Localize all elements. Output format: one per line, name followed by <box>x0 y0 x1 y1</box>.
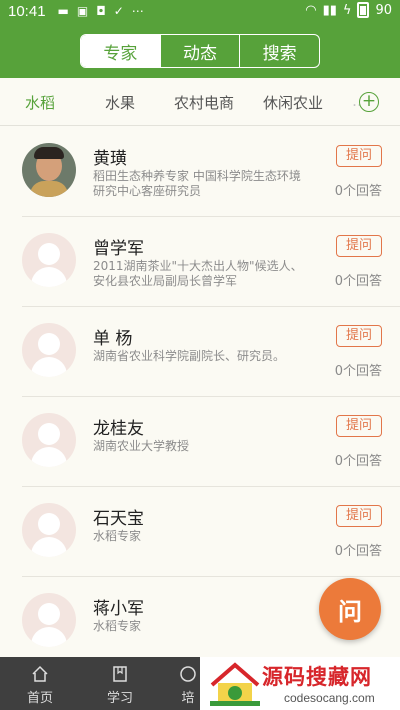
tab-activity[interactable]: 动态 <box>161 35 241 67</box>
expert-name: 黄璜 <box>93 149 127 169</box>
list-item[interactable]: 单 杨 湖南省农业科学院副院长、研究员。 提问 0个回答 <box>0 307 400 397</box>
expert-description: 2011湖南茶业"十大杰出人物"候选人、安化县农业局副局长曾学军 <box>93 259 303 288</box>
expert-name: 曾学军 <box>93 239 144 259</box>
add-category-icon[interactable]: + <box>359 92 379 112</box>
nav-home-label: 首页 <box>26 691 53 706</box>
status-time: 10:41 <box>8 2 46 20</box>
ask-button[interactable]: 提问 <box>336 415 382 437</box>
watermark: 源码搜藏网 codesocang.com <box>200 657 400 710</box>
nav-study-label: 学习 <box>106 691 133 706</box>
answer-count: 0个回答 <box>334 184 382 199</box>
battery-icon <box>357 2 370 18</box>
tab-experts[interactable]: 专家 <box>81 35 161 67</box>
home-icon <box>32 665 48 682</box>
expert-name: 龙桂友 <box>93 419 144 439</box>
ask-button[interactable]: 提问 <box>336 505 382 527</box>
expert-description: 水稻专家 <box>93 619 142 633</box>
avatar <box>22 413 76 467</box>
expert-name: 石天宝 <box>93 509 144 529</box>
wifi-icon: ◠ <box>305 2 317 18</box>
message-icon: ▬ <box>57 4 69 18</box>
category-rural-ecommerce[interactable]: 农村电商 <box>174 92 234 113</box>
expert-description: 稻田生态种养专家 中国科学院生态环境研究中心客座研究员 <box>93 169 301 198</box>
answer-count: 0个回答 <box>334 274 382 289</box>
avatar <box>22 503 76 557</box>
category-fruit[interactable]: 水果 <box>105 92 135 113</box>
nav-study[interactable]: 学习 <box>90 657 150 710</box>
ask-button[interactable]: 提问 <box>336 145 382 167</box>
answer-count: 0个回答 <box>334 454 382 469</box>
list-item[interactable]: 曾学军 2011湖南茶业"十大杰出人物"候选人、安化县农业局副局长曾学军 提问 … <box>0 217 400 307</box>
ask-question-button[interactable]: 问 <box>319 578 381 640</box>
category-rice[interactable]: 水稻 <box>25 92 55 113</box>
status-bar: 10:41 ▬ ▣ ◘ ✓ ⋯ ◠ ▮▮ ϟ 90 <box>0 0 400 22</box>
expert-description: 水稻专家 <box>93 529 142 543</box>
charging-icon: ϟ <box>342 2 352 18</box>
category-leisure-agriculture[interactable]: 休闲农业 <box>263 92 323 113</box>
image-icon: ▣ <box>76 4 89 18</box>
training-icon <box>180 666 196 682</box>
ask-button[interactable]: 提问 <box>336 235 382 257</box>
battery-level: 90 <box>375 2 392 18</box>
nav-home[interactable]: 首页 <box>10 657 70 710</box>
list-item[interactable]: 龙桂友 湖南农业大学教授 提问 0个回答 <box>0 397 400 487</box>
avatar <box>22 593 76 647</box>
avatar <box>22 323 76 377</box>
expert-name: 单 杨 <box>93 329 133 349</box>
expert-description: 湖南农业大学教授 <box>93 439 190 453</box>
answer-count: 0个回答 <box>334 544 382 559</box>
list-item[interactable]: 黄璜 稻田生态种养专家 中国科学院生态环境研究中心客座研究员 提问 0个回答 <box>0 127 400 217</box>
app-header: 专家 动态 搜索 <box>0 22 400 78</box>
expert-description: 湖南省农业科学院副院长、研究员。 <box>93 349 286 363</box>
segmented-tabs: 专家 动态 搜索 <box>80 34 320 68</box>
watermark-url: codesocang.com <box>284 691 375 705</box>
avatar <box>22 143 76 197</box>
app-icon: ◘ <box>96 4 106 18</box>
list-item[interactable]: 石天宝 水稻专家 提问 0个回答 <box>0 487 400 577</box>
answer-count: 0个回答 <box>334 364 382 379</box>
expert-name: 蒋小军 <box>93 599 144 619</box>
avatar <box>22 233 76 287</box>
book-icon <box>113 666 127 682</box>
watermark-title: 源码搜藏网 <box>262 665 372 689</box>
more-icon: ⋯ <box>131 4 144 18</box>
check-icon: ✓ <box>113 4 124 18</box>
tab-search[interactable]: 搜索 <box>240 35 319 67</box>
watermark-house-logo <box>210 662 260 706</box>
signal-icon: ▮▮ <box>322 2 337 18</box>
ask-button[interactable]: 提问 <box>336 325 382 347</box>
category-bar: 水稻 水果 农村电商 休闲农业 … <box>0 78 400 126</box>
